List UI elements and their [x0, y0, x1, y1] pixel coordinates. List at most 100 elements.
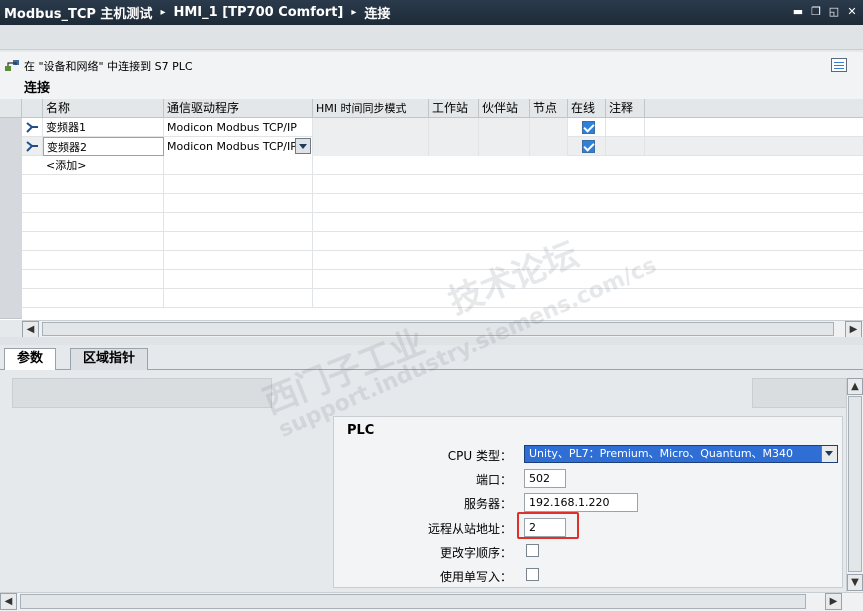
column-header-station[interactable]: 工作站 [429, 99, 479, 118]
scroll-up-icon[interactable]: ▲ [847, 378, 863, 395]
byte-order-checkbox[interactable] [526, 544, 539, 557]
cpu-type-value: Unity、PL7：Premium、Micro、Quantum、M340 [529, 447, 794, 460]
inspector-tabs: 参数 区域指针 [0, 345, 863, 371]
column-header-driver[interactable]: 通信驱动程序 [164, 99, 313, 118]
tab-parameters[interactable]: 参数 [4, 348, 57, 371]
online-checkbox[interactable] [581, 140, 595, 153]
column-header-time-sync[interactable]: HMI 时间同步模式 [313, 99, 429, 118]
header-corner [0, 99, 22, 118]
cell-driver[interactable]: Modicon Modbus TCP/IP [164, 137, 313, 156]
breadcrumb-separator-icon: ▸ [351, 7, 357, 18]
column-header-name[interactable]: 名称 [43, 99, 164, 118]
parameters-panel: PLC CPU 类型： Unity、PL7：Premium、Micro、Quan… [0, 370, 863, 592]
column-header-partner[interactable]: 伙伴站 [479, 99, 530, 118]
plc-settings-panel: PLC CPU 类型： Unity、PL7：Premium、Micro、Quan… [333, 416, 843, 588]
connection-cell-icon [22, 137, 43, 156]
table-horizontal-scrollbar[interactable]: ◀ ▶ [22, 320, 863, 338]
cell-comment[interactable] [606, 118, 645, 137]
port-field[interactable]: 502 [524, 469, 566, 488]
info-link-text[interactable]: 在 "设备和网络" 中连接到 S7 PLC [24, 58, 193, 74]
server-label: 服务器： [463, 497, 512, 511]
restore-icon[interactable]: ❐ [809, 5, 823, 19]
empty-row [22, 213, 863, 232]
section-title: 连接 [0, 79, 863, 99]
connection-icon [26, 141, 38, 152]
cell-station [429, 137, 479, 156]
driver-value: Modicon Modbus TCP/IP [167, 140, 297, 153]
connections-table: 名称 通信驱动程序 HMI 时间同步模式 工作站 伙伴站 节点 在线 注释 变频… [0, 99, 863, 320]
single-write-checkbox[interactable] [526, 568, 539, 581]
annotation-highlight [517, 512, 579, 539]
toolbar-strip [0, 25, 863, 50]
cell-node [530, 118, 568, 137]
network-connect-icon[interactable] [4, 58, 20, 74]
cell-online [568, 137, 606, 156]
connection-icon [26, 122, 38, 133]
cell-online [568, 118, 606, 137]
table-header: 名称 通信驱动程序 HMI 时间同步模式 工作站 伙伴站 节点 在线 注释 [0, 99, 863, 118]
column-header-online[interactable]: 在线 [568, 99, 606, 118]
scroll-thumb[interactable] [42, 322, 834, 336]
driver-dropdown-icon[interactable] [295, 138, 311, 154]
scroll-down-icon[interactable]: ▼ [847, 574, 863, 591]
scroll-left-icon[interactable]: ◀ [0, 593, 17, 610]
info-bar: 在 "设备和网络" 中连接到 S7 PLC [0, 52, 863, 79]
cell-comment[interactable] [606, 137, 645, 156]
plc-title: PLC [347, 423, 375, 438]
cpu-type-select[interactable]: Unity、PL7：Premium、Micro、Quantum、M340 [524, 445, 838, 463]
chevron-down-icon[interactable] [821, 446, 837, 462]
table-row[interactable]: 变频器2 Modicon Modbus TCP/IP [22, 137, 863, 156]
breadcrumb-connections[interactable]: 连接 [364, 3, 390, 22]
empty-row [22, 194, 863, 213]
properties-icon[interactable] [831, 58, 847, 72]
cell-driver[interactable]: Modicon Modbus TCP/IP [164, 118, 313, 137]
remote-slave-label: 远程从站地址： [427, 522, 512, 536]
server-field[interactable]: 192.168.1.220 [524, 493, 638, 512]
title-bar: Modbus_TCP 主机测试 ▸ HMI_1 [TP700 Comfort] … [0, 0, 863, 25]
breadcrumb-device[interactable]: HMI_1 [TP700 Comfort] [173, 5, 343, 20]
cell-time-sync [313, 137, 429, 156]
empty-row [22, 232, 863, 251]
panel-splitter[interactable] [0, 337, 863, 345]
cpu-type-label: CPU 类型： [447, 449, 512, 463]
cell-partner [479, 137, 530, 156]
online-checkbox[interactable] [581, 121, 595, 134]
close-icon[interactable]: ✕ [845, 5, 859, 19]
cell-time-sync [313, 118, 429, 137]
byte-order-label: 更改字顺序： [439, 546, 512, 560]
float-icon[interactable]: ◱ [827, 5, 841, 19]
empty-row [22, 270, 863, 289]
column-header-node[interactable]: 节点 [530, 99, 568, 118]
cell-name[interactable]: 变频器1 [43, 118, 164, 137]
header-icon-col [22, 99, 43, 118]
minimize-icon[interactable]: ▬ [791, 5, 805, 19]
add-connection[interactable]: <添加> [43, 156, 164, 175]
scroll-left-icon[interactable]: ◀ [22, 321, 39, 338]
table-row-add[interactable]: <添加> [22, 156, 863, 175]
scroll-right-icon[interactable]: ▶ [845, 321, 862, 338]
tab-area-pointer[interactable]: 区域指针 [70, 348, 149, 370]
settings-box [752, 378, 847, 408]
empty-cell [164, 156, 313, 175]
empty-row [22, 251, 863, 270]
cell-node [530, 137, 568, 156]
scroll-thumb[interactable] [20, 594, 806, 609]
breadcrumb-separator-icon: ▸ [160, 7, 166, 18]
cell-station [429, 118, 479, 137]
settings-box [12, 378, 272, 408]
window-controls: ▬ ❐ ◱ ✕ [791, 5, 859, 19]
single-write-label: 使用单写入： [439, 570, 512, 584]
port-label: 端口： [475, 473, 512, 487]
empty-row [22, 175, 863, 194]
column-header-comment[interactable]: 注释 [606, 99, 645, 118]
breadcrumb-project[interactable]: Modbus_TCP 主机测试 [4, 3, 152, 22]
parameters-horizontal-scrollbar[interactable]: ◀ ▶ [0, 592, 863, 611]
connection-cell-icon [22, 118, 43, 137]
cell-name[interactable]: 变频器2 [43, 137, 164, 156]
empty-row [22, 289, 863, 308]
cell-partner [479, 118, 530, 137]
table-row[interactable]: 变频器1 Modicon Modbus TCP/IP [22, 118, 863, 137]
scroll-thumb[interactable] [848, 396, 862, 572]
scroll-right-icon[interactable]: ▶ [825, 593, 842, 610]
parameters-vertical-scrollbar[interactable]: ▲ ▼ [846, 378, 863, 592]
